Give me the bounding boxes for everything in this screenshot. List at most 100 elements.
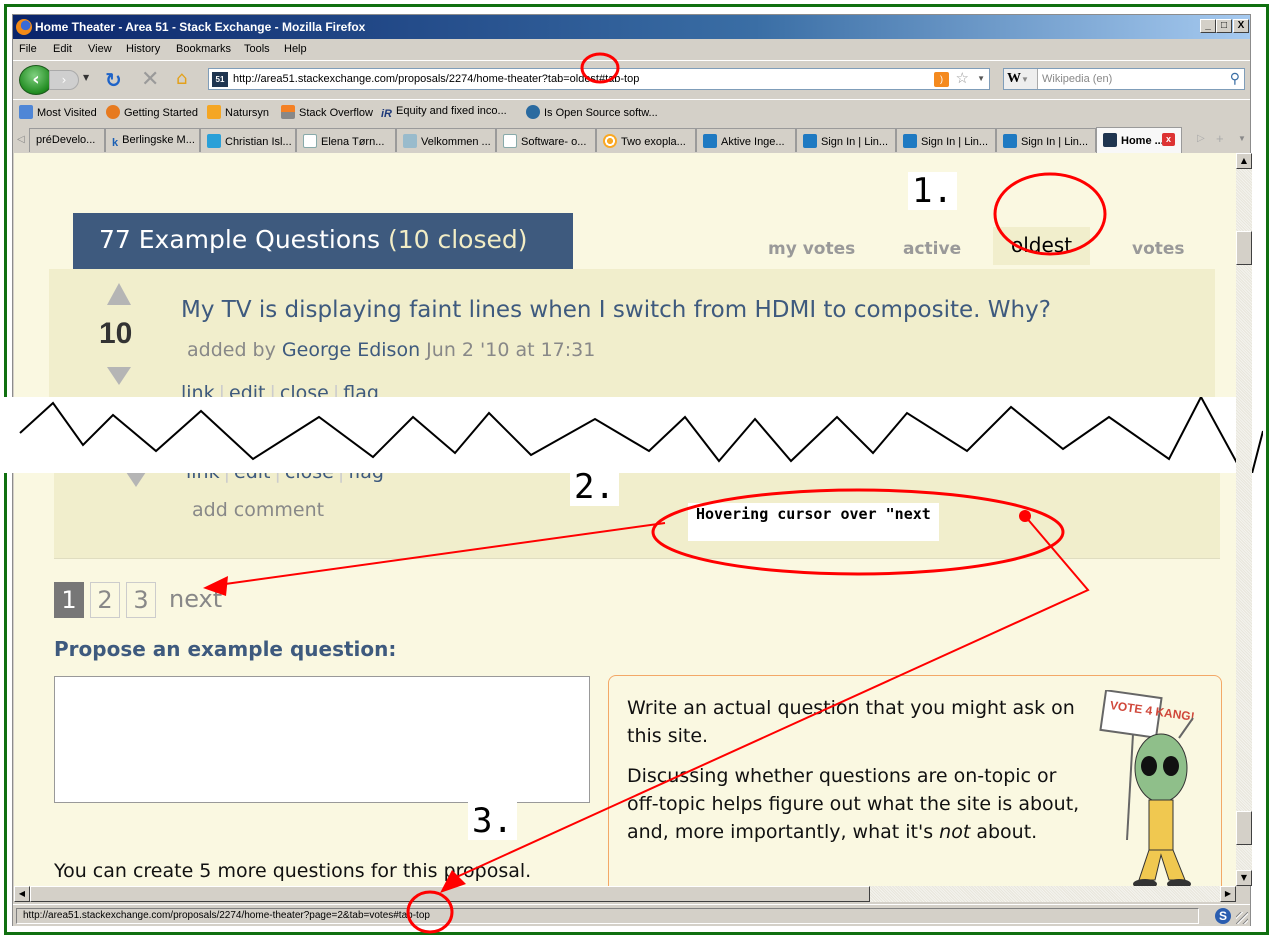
linkedin-icon [903,134,917,148]
tab-aktive[interactable]: Aktive Inge... [696,128,796,152]
maximize-button[interactable]: □ [1216,19,1232,33]
bookmarks-toolbar: Most Visited Getting Started Natursyn St… [13,99,1250,123]
menu-edit[interactable]: Edit [53,43,72,55]
tab-software[interactable]: Software- o... [496,128,596,152]
tab-linkedin-3[interactable]: Sign In | Lin... [996,128,1096,152]
minimize-button[interactable]: _ [1200,19,1216,33]
author-link[interactable]: George Edison [282,339,420,361]
history-dropdown-icon[interactable]: ▼ [83,73,89,82]
addon-s-icon[interactable]: S [1215,908,1231,924]
upvote-icon[interactable] [107,283,131,305]
menu-tools[interactable]: Tools [244,43,270,55]
resize-grip-icon[interactable] [1236,912,1248,924]
propose-heading: Propose an example question: [54,637,397,661]
scroll-left-button[interactable]: ◀ [14,886,30,902]
bookmark-getting-started[interactable]: Getting Started [106,105,198,119]
wikipedia-icon: W [1007,71,1021,86]
rss-feed-icon[interactable]: ) [934,72,949,87]
page-break-divider [1,394,1264,488]
tab-linkedin-1[interactable]: Sign In | Lin... [796,128,896,152]
tab-elena[interactable]: Elena Tørn... [296,128,396,152]
url-text[interactable]: http://area51.stackexchange.com/proposal… [233,73,639,85]
menu-help[interactable]: Help [284,43,307,55]
tab-berlingske[interactable]: k Berlingske M... [105,128,200,152]
url-bar[interactable]: 51 http://area51.stackexchange.com/propo… [208,68,990,90]
close-window-button[interactable]: X [1233,19,1249,33]
question-title-link[interactable]: My TV is displaying faint lines when I s… [181,297,1051,323]
page-3-link[interactable]: 3 [126,582,156,618]
question-input[interactable] [54,676,590,803]
alien-mascot-image: VOTE 4 KANG! [1099,690,1196,886]
scroll-right-button[interactable]: ▶ [1220,886,1236,902]
help-text-1: Write an actual question that you might … [627,697,1075,747]
tab-active[interactable]: active [903,239,961,259]
bookmark-most-visited[interactable]: Most Visited [19,105,97,119]
tab-christian[interactable]: Christian Isl... [200,128,296,152]
tab-linkedin-2[interactable]: Sign In | Lin... [896,128,996,152]
annotation-number-2: 2. [570,468,619,506]
question-list-item: 10 My TV is displaying faint lines when … [49,269,1215,404]
back-button[interactable]: ‹ [19,65,53,95]
scroll-up-button[interactable]: ▲ [1236,153,1252,169]
tab-velkommen[interactable]: Velkommen ... [396,128,496,152]
scroll-thumb[interactable] [1236,811,1252,845]
home-icon[interactable]: ⌂ [176,68,187,89]
title-bar: Home Theater - Area 51 - Stack Exchange … [13,15,1250,39]
page-1-current: 1 [54,582,84,618]
area51-icon [1103,133,1117,147]
search-engine-selector[interactable]: W▼ [1004,69,1038,89]
tab-predevelo[interactable]: préDevelo... [29,128,105,152]
question-quota-text: You can create 5 more questions for this… [54,860,532,882]
chevron-down-icon: ▼ [1021,75,1029,84]
target-icon [603,134,617,148]
tab-oldest[interactable]: oldest [993,227,1091,265]
menu-history[interactable]: History [126,43,160,55]
scroll-down-button[interactable]: ▼ [1236,870,1252,886]
menu-bookmarks[interactable]: Bookmarks [176,43,231,55]
help-box: Write an actual question that you might … [608,675,1222,886]
search-icon[interactable]: ⚲ [1230,70,1240,87]
bookmark-stack-overflow[interactable]: Stack Overflow [281,105,373,119]
browser-window: Home Theater - Area 51 - Stack Exchange … [1,14,1264,926]
velkommen-icon [403,134,417,148]
tab-scroll-right-icon[interactable]: ▷ [1197,133,1205,144]
bookmark-star-icon[interactable]: ☆ [956,69,969,87]
add-comment-link[interactable]: add comment [192,499,324,521]
tab-home-theater[interactable]: Home ... x [1096,127,1182,153]
menu-view[interactable]: View [88,43,112,55]
menu-file[interactable]: File [19,43,37,55]
reload-icon[interactable]: ↻ [105,68,122,92]
linkedin-icon [703,134,717,148]
tab-my-votes[interactable]: my votes [768,239,855,259]
window-title: Home Theater - Area 51 - Stack Exchange … [35,20,366,34]
horizontal-scroll-thumb[interactable] [30,886,870,902]
stop-icon[interactable]: ✕ [141,67,159,92]
firefox-icon [16,19,32,35]
search-input[interactable]: Wikipedia (en) [1042,73,1112,85]
horizontal-scrollbar[interactable]: ◀ ▶ [14,886,1236,902]
forward-arrow-icon: › [61,73,67,87]
tab-scroll-left-icon[interactable]: ◁ [17,134,25,145]
vertical-scrollbar[interactable]: ▲ ▼ [1236,153,1252,886]
scroll-thumb-top[interactable] [1236,231,1252,265]
most-visited-icon [19,105,33,119]
search-bar[interactable]: W▼ Wikipedia (en) ⚲ [1003,68,1245,90]
firefox-icon [106,105,120,119]
new-tab-icon[interactable]: + [1216,131,1224,146]
tab-two-exoplanets[interactable]: Two exopla... [596,128,696,152]
bookmark-natursyn[interactable]: Natursyn [207,105,269,119]
help-text-2: Discussing whether questions are on-topi… [627,765,1080,843]
tab-votes[interactable]: votes [1132,239,1185,259]
page-2-link[interactable]: 2 [90,582,120,618]
bookmark-equity[interactable]: iR Equity and fixed inco... [381,105,507,122]
url-dropdown-icon[interactable]: ▼ [977,74,985,83]
tab-list-icon[interactable]: ▼ [1238,134,1246,143]
ir-icon: iR [381,108,392,120]
downvote-icon[interactable] [107,367,131,385]
bookmark-open-source[interactable]: Is Open Source softw... [526,105,658,119]
next-page-link[interactable]: next [169,582,222,618]
closed-count: (10 closed) [387,225,528,254]
forward-button[interactable]: › [49,70,79,90]
zigzag-line [19,394,1264,488]
close-tab-icon[interactable]: x [1162,133,1175,146]
